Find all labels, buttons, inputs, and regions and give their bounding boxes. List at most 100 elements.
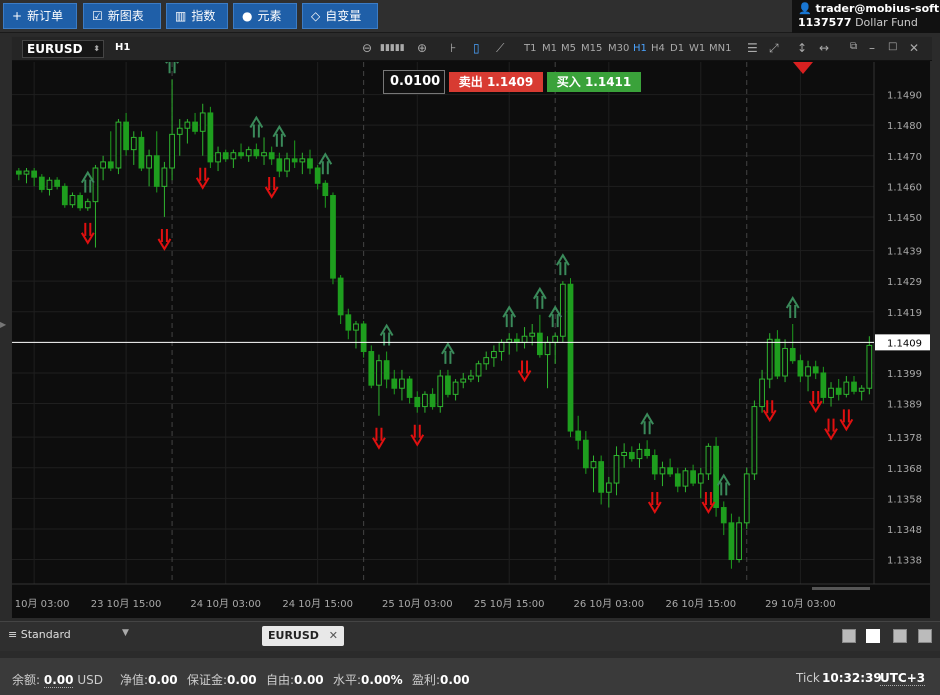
- tf-t1[interactable]: T1: [524, 43, 536, 54]
- candle-body: [322, 182, 329, 197]
- y-tick-label: 1.1450: [887, 213, 922, 224]
- tf-m5[interactable]: M5: [561, 43, 576, 54]
- candlestick-chart[interactable]: 1.1409 1.1490 1.1480 1.1470 1.1460 1.1450 1.14…: [12, 62, 930, 618]
- y-tick-label: 1.1338: [887, 556, 922, 567]
- fractal-down-arrow: [195, 167, 210, 190]
- candle-type-icon[interactable]: ▯: [473, 41, 480, 55]
- maximize-icon[interactable]: □: [888, 41, 897, 52]
- y-tick-label: 1.1419: [887, 308, 922, 319]
- left-collapse-handle[interactable]: ▶: [0, 320, 8, 340]
- y-tick-label: 1.1399: [887, 369, 922, 380]
- candle-body: [169, 133, 175, 169]
- sell-button[interactable]: 卖出 1.1409: [449, 72, 543, 92]
- bar-type-icon[interactable]: ⊦: [450, 41, 456, 55]
- popout-icon[interactable]: ⧉: [850, 41, 857, 52]
- tf-w1[interactable]: W1: [689, 43, 705, 54]
- candle-body: [582, 439, 589, 469]
- variables-button[interactable]: ◇ 自变量: [302, 3, 378, 29]
- candle-body: [261, 152, 267, 157]
- candle-body: [460, 378, 467, 383]
- candle-body: [38, 176, 45, 190]
- elements-button[interactable]: ● 元素: [233, 3, 297, 29]
- y-tick-label: 1.1378: [887, 433, 922, 444]
- symbol-selector[interactable]: EURUSD ⬍: [22, 40, 104, 58]
- candle-body: [759, 378, 765, 408]
- current-price-label: 1.1409: [887, 338, 922, 349]
- candle-body: [276, 158, 283, 172]
- chart-tab-eurusd[interactable]: EURUSD ✕: [262, 626, 344, 646]
- workspace-selector[interactable]: ≡ Standard ▼: [8, 628, 129, 641]
- candle-body: [31, 170, 38, 178]
- order-marker-triangle: [793, 62, 813, 74]
- candle-body: [552, 335, 559, 343]
- candle-body: [536, 332, 543, 356]
- tf-m1[interactable]: M1: [542, 43, 557, 54]
- tab-close-icon[interactable]: ✕: [329, 629, 338, 642]
- chart-header: EURUSD ⬍ H1 ⊖ ▮▮▮▮▮ ⊕ ⊦ ▯ ⟋ T1 M1 M5 M15…: [12, 37, 932, 61]
- tf-m15[interactable]: M15: [581, 43, 602, 54]
- zoom-slider[interactable]: ▮▮▮▮▮: [380, 43, 405, 53]
- line-type-icon[interactable]: ⟋: [496, 41, 504, 56]
- tf-m30[interactable]: M30: [608, 43, 629, 54]
- fractal-down-arrow: [80, 222, 95, 245]
- vertical-resize-icon[interactable]: ↕: [797, 41, 807, 55]
- candle-body: [705, 445, 712, 475]
- candle-body: [307, 158, 313, 169]
- close-icon[interactable]: ✕: [909, 41, 919, 55]
- tf-h4[interactable]: H4: [651, 43, 665, 54]
- margin: 保证金:0.00: [187, 673, 257, 687]
- candle-body: [192, 121, 198, 132]
- candle-body: [743, 473, 750, 524]
- candle-body: [651, 455, 658, 475]
- horizontal-resize-icon[interactable]: ↔: [819, 41, 829, 55]
- chart-plot[interactable]: 1.1409 1.1490 1.1480 1.1470 1.1460 1.1450 1.14…: [12, 62, 930, 618]
- account-panel[interactable]: 👤 trader@mobius-soft.org 1137577 Dollar …: [792, 0, 940, 33]
- candle-body: [498, 341, 505, 353]
- current-timeframe: H1: [115, 42, 131, 53]
- y-tick-label: 1.1389: [887, 400, 922, 411]
- candle-body: [161, 167, 168, 187]
- y-tick-label: 1.1480: [887, 121, 922, 132]
- fractal-down-arrow: [264, 176, 279, 199]
- x-tick-label: 25 10月 15:00: [474, 598, 545, 610]
- candle-body: [368, 351, 375, 386]
- zoom-in-icon[interactable]: ⊕: [417, 41, 427, 55]
- candle-body: [123, 121, 129, 151]
- dropdown-icon: ▼: [122, 628, 129, 638]
- y-tick-label: 1.1368: [887, 464, 922, 475]
- tf-d1[interactable]: D1: [670, 43, 684, 54]
- candle-body: [84, 201, 91, 209]
- candle-body: [176, 127, 183, 135]
- updown-icon: ⬍: [93, 44, 100, 53]
- list-icon[interactable]: ☰: [747, 41, 758, 55]
- new-chart-button[interactable]: ☑ 新图表: [83, 3, 161, 29]
- menu-icon: ≡: [8, 628, 18, 641]
- tf-mn1[interactable]: MN1: [709, 43, 731, 54]
- y-tick-label: 1.1348: [887, 525, 922, 536]
- indicators-button[interactable]: ▥ 指数: [166, 3, 228, 29]
- layout-grid-icon[interactable]: [866, 629, 880, 643]
- layout-single-icon[interactable]: [842, 629, 856, 643]
- layout-columns-icon[interactable]: [893, 629, 907, 643]
- x-tick-label: 23 10月 03:00: [12, 598, 69, 610]
- x-tick-label: 23 10月 15:00: [91, 598, 162, 610]
- new-order-button[interactable]: + 新订单: [3, 3, 77, 29]
- expand-diagonal-icon[interactable]: ⤢: [769, 41, 779, 56]
- tf-h1[interactable]: H1: [633, 43, 647, 54]
- candle-body: [146, 155, 152, 169]
- candle-body: [414, 396, 421, 408]
- buy-button[interactable]: 买入 1.1411: [547, 72, 641, 92]
- layout-rows-icon[interactable]: [918, 629, 932, 643]
- zoom-out-icon[interactable]: ⊖: [362, 41, 372, 55]
- fractal-down-arrow: [517, 360, 532, 383]
- lot-size-input[interactable]: 0.0100: [383, 70, 445, 94]
- candle-body: [567, 283, 574, 432]
- candle-body: [222, 152, 229, 160]
- candle-body: [605, 482, 612, 493]
- candle-body: [766, 338, 773, 380]
- minimize-icon[interactable]: –: [869, 41, 875, 55]
- candle-body: [797, 360, 804, 377]
- timezone-selector[interactable]: UTC+3: [880, 671, 926, 686]
- fractal-up-arrow: [80, 170, 95, 193]
- candle-body: [682, 470, 689, 487]
